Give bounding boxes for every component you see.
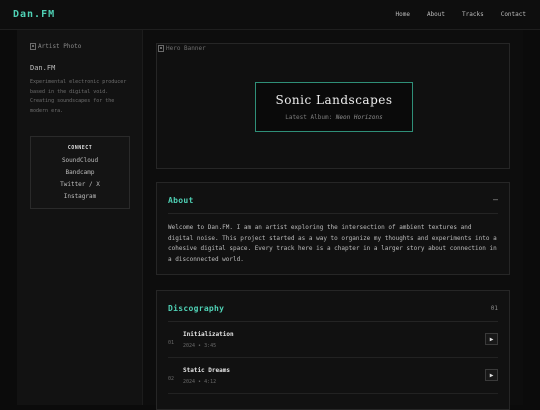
discography-header: Discography 01: [168, 291, 498, 322]
about-title: About: [168, 196, 194, 205]
artist-bio: Experimental electronic producer based i…: [30, 79, 127, 114]
artist-photo-alt: Artist Photo: [38, 43, 82, 50]
about-text: Welcome to Dan.FM. I am an artist explor…: [168, 224, 497, 263]
hero-subtitle-prefix: Latest Album:: [285, 114, 336, 121]
hero-title-box: Sonic Landscapes Latest Album: Neon Hori…: [255, 82, 413, 132]
connect-box: CONNECT SoundCloud Bandcamp Twitter / X …: [30, 136, 130, 209]
about-header: About –: [168, 183, 498, 214]
track-year: 2024: [183, 379, 196, 385]
track-row: 01 Initialization 2024 • 3:45 ▶: [168, 322, 498, 358]
site-brand[interactable]: Dan.FM: [13, 9, 55, 20]
track-year: 2024: [183, 343, 196, 349]
latest-album-name: Neon Horizons: [335, 114, 383, 121]
soundcloud-link[interactable]: SoundCloud: [62, 157, 98, 164]
hero-image-alt: Hero Banner: [166, 45, 206, 52]
broken-image-icon: [158, 45, 164, 52]
play-icon[interactable]: ▶: [485, 333, 498, 345]
top-navigation-bar: Dan.FM Home About Tracks Contact: [0, 0, 540, 30]
track-title: Static Dreams: [183, 367, 230, 374]
track-meta: 2024 • 3:45: [183, 343, 217, 349]
hero-title: Sonic Landscapes: [275, 93, 393, 107]
track-number: 01: [168, 340, 175, 346]
artist-photo: Artist Photo: [30, 43, 81, 50]
collapse-toggle-button[interactable]: –: [493, 194, 498, 204]
track-row: 02 Static Dreams 2024 • 4:12 ▶: [168, 358, 498, 394]
track-meta: 2024 • 4:12: [183, 379, 217, 385]
track-duration: 3:45: [204, 343, 217, 349]
artist-sidebar: Artist Photo Dan.FM Experimental electro…: [17, 30, 143, 405]
instagram-link[interactable]: Instagram: [64, 193, 97, 200]
connect-title: CONNECT: [67, 145, 93, 151]
artist-name: Dan.FM: [30, 64, 56, 72]
twitter-link[interactable]: Twitter / X: [60, 181, 100, 188]
play-icon[interactable]: ▶: [485, 369, 498, 381]
nav-contact-link[interactable]: Contact: [501, 11, 526, 18]
discography-section: Discography 01 01 Initialization 2024 • …: [156, 290, 510, 410]
bandcamp-link[interactable]: Bandcamp: [66, 169, 95, 176]
nav-home-link[interactable]: Home: [396, 11, 410, 18]
about-section: About – Welcome to Dan.FM. I am an artis…: [156, 182, 510, 275]
discography-title: Discography: [168, 304, 225, 313]
nav-about-link[interactable]: About: [427, 11, 445, 18]
hero-subtitle: Latest Album: Neon Horizons: [256, 114, 412, 121]
track-duration: 4:12: [204, 379, 217, 385]
nav-tracks-link[interactable]: Tracks: [462, 11, 484, 18]
hero-banner: Hero Banner Sonic Landscapes Latest Albu…: [156, 43, 510, 169]
social-links: SoundCloud Bandcamp Twitter / X Instagra…: [31, 157, 129, 200]
track-number: 02: [168, 376, 175, 382]
main-nav: Home About Tracks Contact: [396, 11, 527, 18]
hero-image: Hero Banner: [158, 45, 206, 52]
track-title: Initialization: [183, 331, 234, 338]
discography-count: 01: [490, 305, 498, 312]
broken-image-icon: [30, 43, 36, 50]
